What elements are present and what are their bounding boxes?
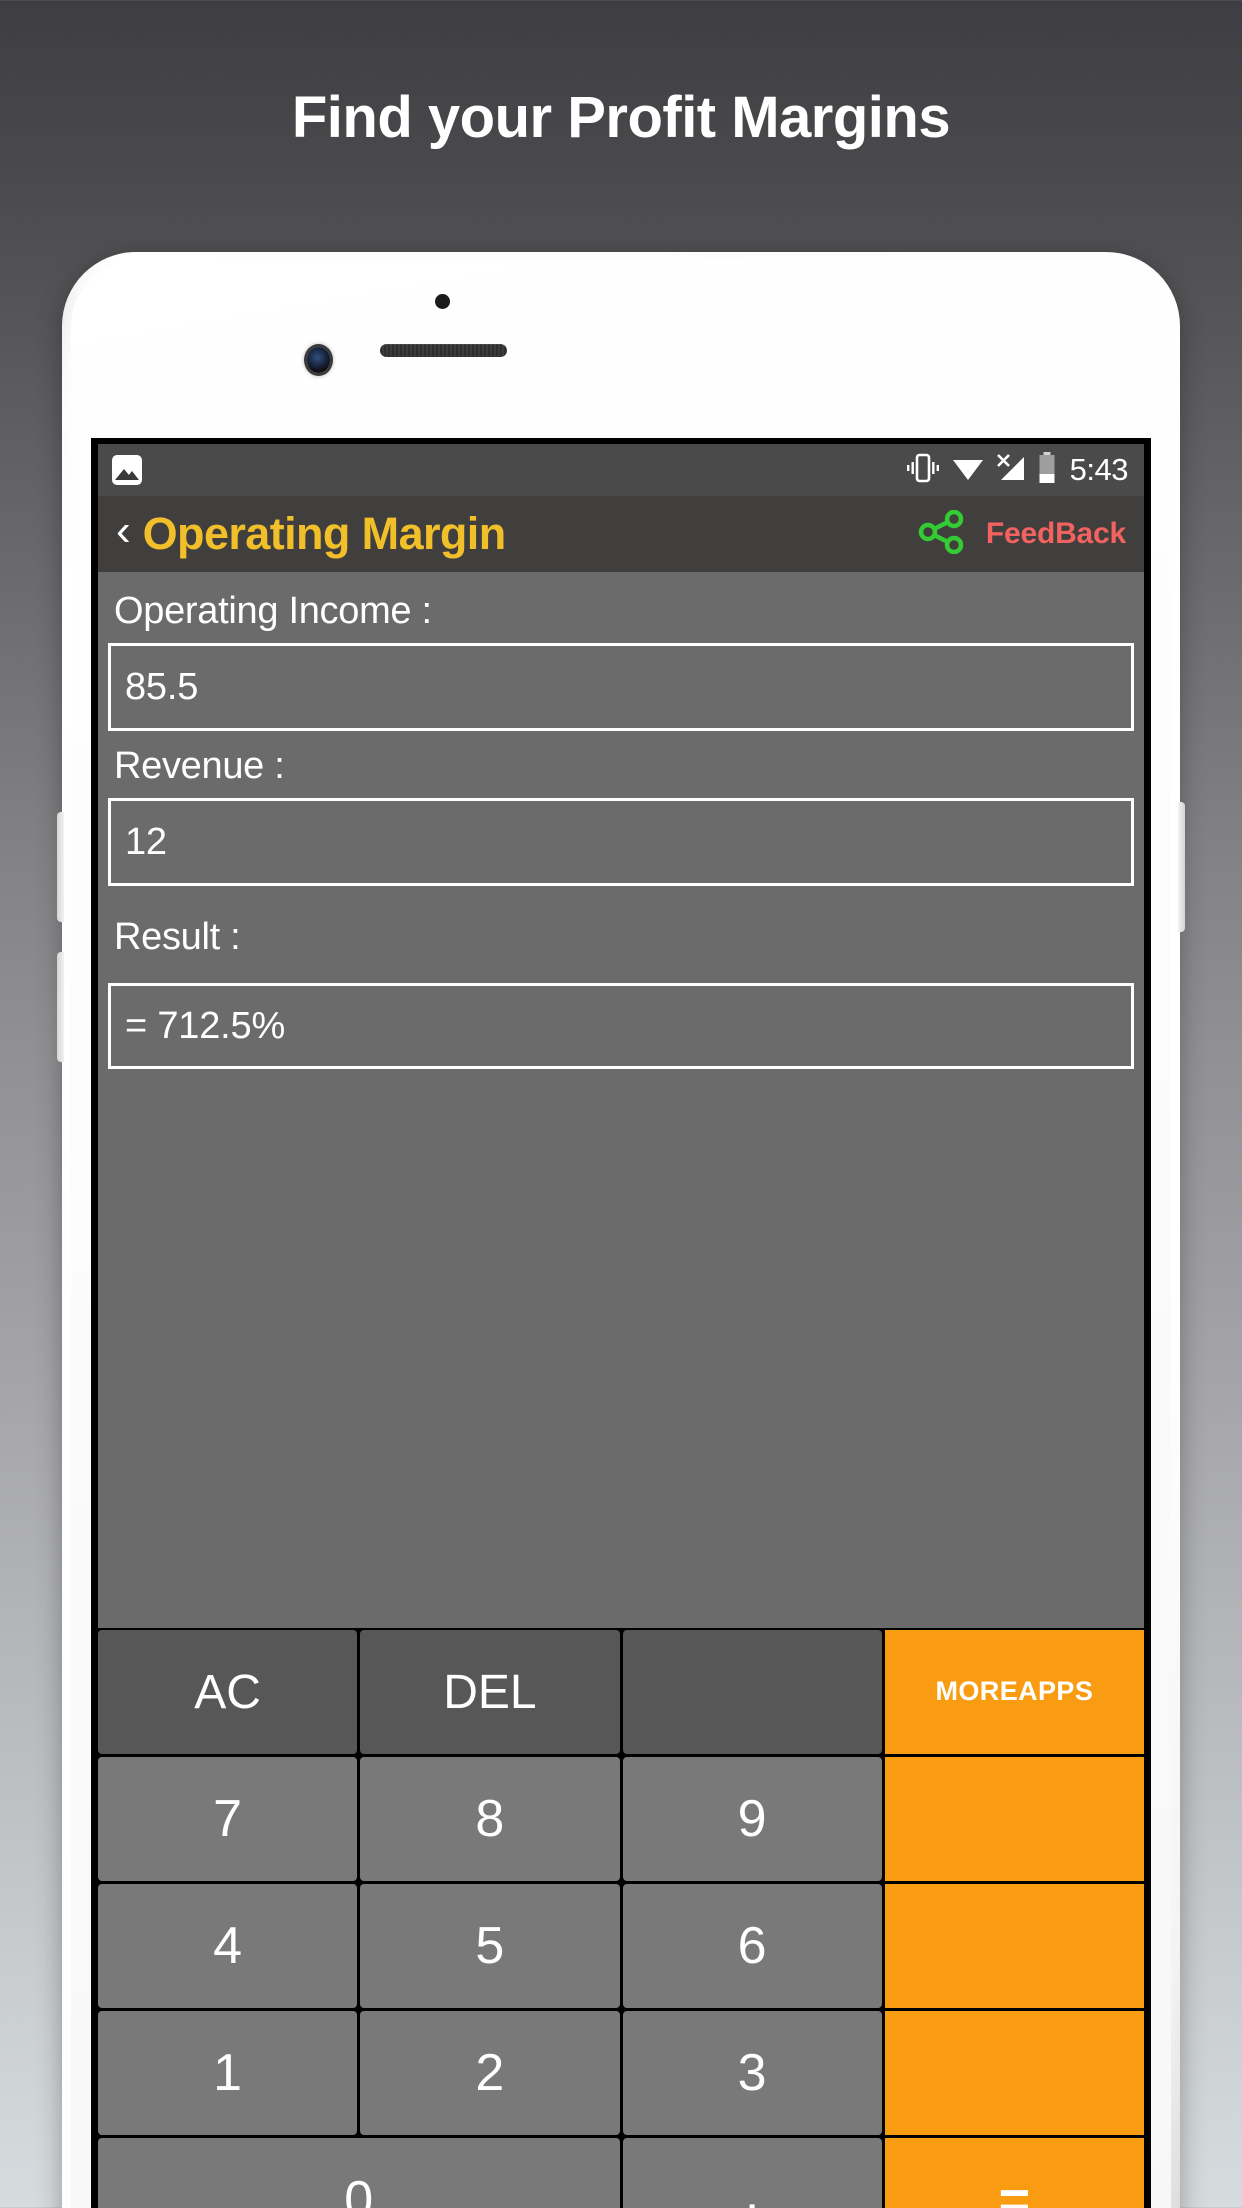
key-equals[interactable]: =	[884, 2138, 1144, 2208]
revenue-label: Revenue :	[114, 745, 285, 787]
key-decimal[interactable]: .	[622, 2138, 882, 2208]
result-value: = 712.5%	[125, 1004, 286, 1047]
front-camera-icon	[307, 347, 330, 373]
key-del[interactable]: DEL	[360, 1630, 620, 1754]
app-action-bar: ‹ Operating Margin FeedBack	[98, 496, 1144, 572]
signal-off-icon	[996, 453, 1026, 488]
volume-down-button[interactable]	[57, 952, 64, 1062]
earpiece-speaker	[380, 344, 507, 357]
calculator-form: Operating Income : 85.5 Revenue : 12 Res…	[98, 572, 1144, 1269]
key-2[interactable]: 2	[360, 2011, 620, 2135]
wifi-icon	[952, 454, 984, 487]
phone-screen: 5:43 ‹ Operating Margin FeedBack Operati…	[98, 444, 1144, 2208]
status-bar-right-icons: 5:43	[906, 451, 1129, 489]
key-9[interactable]: 9	[622, 1757, 882, 1881]
key-7[interactable]: 7	[98, 1757, 358, 1881]
android-status-bar: 5:43	[98, 444, 1144, 496]
operating-income-value: 85.5	[125, 665, 199, 708]
screen-bezel: 5:43 ‹ Operating Margin FeedBack Operati…	[91, 438, 1151, 2208]
status-bar-clock: 5:43	[1069, 452, 1129, 487]
volume-up-button[interactable]	[57, 812, 64, 922]
operating-income-label: Operating Income :	[114, 590, 432, 632]
key-4[interactable]: 4	[98, 1884, 358, 2008]
key-8[interactable]: 8	[360, 1757, 620, 1881]
promo-headline: Find your Profit Margins	[291, 85, 951, 150]
revenue-field[interactable]: 12	[108, 798, 1134, 886]
key-label-line-0: MORE	[935, 1676, 1019, 1707]
key-3[interactable]: 3	[622, 2011, 882, 2135]
key-0[interactable]: 0	[98, 2138, 620, 2208]
app-bar-actions: FeedBack	[918, 509, 1126, 559]
key-label-line-1: APPS	[1018, 1676, 1094, 1707]
key-6[interactable]: 6	[622, 1884, 882, 2008]
page-title: Operating Margin	[142, 508, 507, 559]
share-icon[interactable]	[918, 509, 964, 559]
key-op-2[interactable]	[884, 1884, 1144, 2008]
key-1[interactable]: 1	[98, 2011, 358, 2135]
operating-income-field[interactable]: 85.5	[108, 643, 1134, 731]
key-5[interactable]: 5	[360, 1884, 620, 2008]
proximity-sensor-icon	[435, 294, 450, 309]
result-field: = 712.5%	[108, 983, 1134, 1069]
key-ac[interactable]: AC	[98, 1630, 358, 1754]
key-op-3[interactable]	[884, 2011, 1144, 2135]
status-bar-left-icons	[112, 455, 142, 485]
key-op-1[interactable]	[884, 1757, 1144, 1881]
vibrate-icon	[906, 453, 940, 488]
revenue-value: 12	[125, 820, 167, 863]
key-more-apps[interactable]: MORE APPS	[884, 1630, 1144, 1754]
battery-icon	[1038, 451, 1056, 489]
power-button[interactable]	[1178, 802, 1185, 932]
calculator-keypad: AC DEL MORE APPS 7 8 9 4 5 6 1 2 3 0. =	[98, 1628, 1144, 2208]
key-blank[interactable]	[622, 1630, 882, 1754]
decimal-glyph: .	[744, 2163, 760, 2208]
phone-device: 5:43 ‹ Operating Margin FeedBack Operati…	[57, 252, 1185, 2208]
result-label: Result :	[114, 916, 241, 958]
feedback-button[interactable]: FeedBack	[986, 517, 1126, 551]
photo-icon	[112, 455, 142, 485]
back-button[interactable]: ‹	[112, 509, 139, 559]
